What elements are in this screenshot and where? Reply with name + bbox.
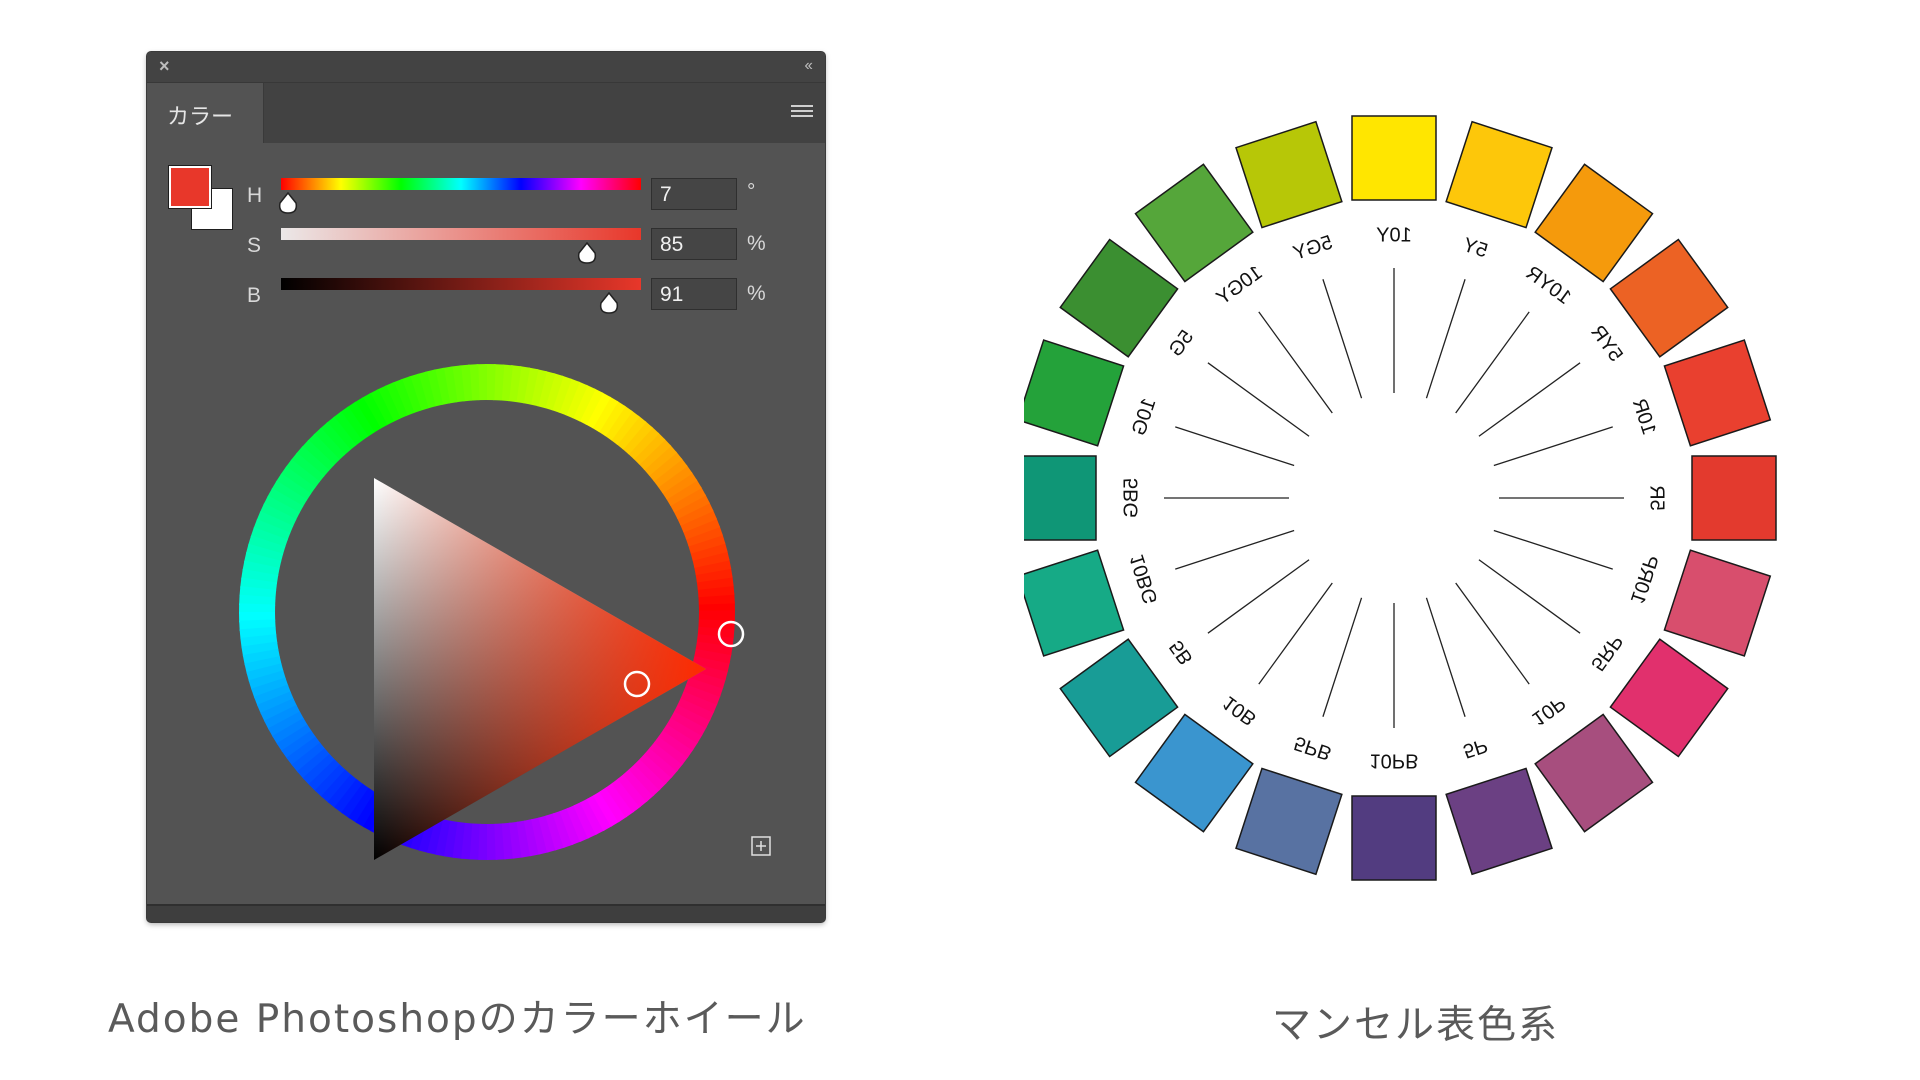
- brightness-label: B: [247, 284, 262, 307]
- saturation-label: S: [247, 234, 262, 257]
- munsell-divider-line: [1493, 529, 1613, 570]
- munsell-swatch: [1351, 115, 1437, 201]
- munsell-divider-line: [1322, 279, 1363, 399]
- munsell-hue-label: 10RP: [1626, 552, 1662, 606]
- brightness-input[interactable]: 91: [651, 278, 737, 310]
- saturation-unit: %: [747, 232, 766, 255]
- hue-ring-segment: [698, 610, 735, 621]
- munsell-divider-line: [1207, 362, 1310, 437]
- brightness-slider-thumb[interactable]: [598, 292, 620, 314]
- saturation-slider[interactable]: [281, 228, 641, 240]
- hue-input[interactable]: 7: [651, 178, 737, 210]
- munsell-swatch: [1609, 238, 1729, 358]
- munsell-swatch: [1663, 549, 1772, 657]
- munsell-hue-label: 10B: [1219, 691, 1261, 730]
- munsell-swatch: [1534, 713, 1654, 833]
- close-icon[interactable]: ×: [159, 56, 170, 77]
- munsell-divider-line: [1478, 559, 1581, 634]
- color-panel: × ‹‹ カラー H 7 ° S 85 % B 91 %: [147, 52, 825, 922]
- munsell-divider-line: [1207, 559, 1310, 634]
- munsell-swatch: [1235, 120, 1343, 229]
- munsell-hue-label: 5B: [1165, 636, 1197, 669]
- munsell-hue-label: 5RP: [1586, 630, 1627, 674]
- munsell-hue-label: 10YR: [1522, 262, 1575, 309]
- tab-color[interactable]: カラー: [147, 83, 264, 143]
- munsell-divider-line: [1258, 582, 1333, 685]
- munsell-swatch: [1445, 767, 1553, 876]
- munsell-hue-label: 5PB: [1291, 732, 1334, 765]
- munsell-swatch: [1134, 713, 1254, 833]
- brightness-slider[interactable]: [281, 278, 641, 290]
- munsell-swatch: [1024, 339, 1125, 447]
- munsell-swatch: [1059, 238, 1179, 358]
- foreground-color-swatch[interactable]: [168, 165, 212, 209]
- munsell-divider-line: [1322, 597, 1363, 717]
- munsell-swatch: [1059, 638, 1179, 758]
- munsell-divider-line: [1455, 582, 1530, 685]
- panel-tab-row: カラー: [147, 83, 825, 143]
- caption-munsell-color-system: マンセル表色系: [1272, 1003, 1560, 1048]
- munsell-hue-label: 5GY: [1290, 231, 1335, 264]
- munsell-swatch: [1534, 163, 1654, 283]
- add-swatch-icon[interactable]: [751, 836, 771, 856]
- color-wheel[interactable]: [217, 342, 757, 882]
- munsell-hue-label: 10P: [1528, 691, 1570, 730]
- munsell-swatch: [1235, 767, 1343, 876]
- munsell-swatch: [1024, 549, 1125, 657]
- munsell-divider-line: [1425, 597, 1466, 717]
- munsell-swatch: [1024, 455, 1097, 541]
- panel-menu-icon[interactable]: [791, 105, 813, 121]
- munsell-hue-label: 5P: [1460, 734, 1490, 762]
- munsell-hue-label: 10Y: [1376, 224, 1412, 246]
- collapse-icon[interactable]: ‹‹: [804, 57, 813, 75]
- munsell-swatch: [1691, 455, 1777, 541]
- munsell-hue-label: 5G: [1165, 326, 1198, 361]
- munsell-divider-line: [1478, 362, 1581, 437]
- hue-label: H: [247, 184, 263, 207]
- munsell-hue-label: 5R: [1646, 485, 1668, 511]
- munsell-divider-line: [1425, 279, 1466, 399]
- munsell-hue-label: 10BG: [1126, 551, 1163, 606]
- munsell-swatch: [1134, 163, 1254, 283]
- brightness-unit: %: [747, 282, 766, 305]
- munsell-hue-label: 5Y: [1460, 234, 1490, 262]
- munsell-divider-line: [1493, 426, 1613, 467]
- hue-slider-thumb[interactable]: [277, 192, 299, 214]
- saturation-slider-thumb[interactable]: [576, 242, 598, 264]
- munsell-swatch: [1445, 120, 1553, 229]
- munsell-swatch: [1351, 795, 1437, 881]
- munsell-divider-line: [1175, 529, 1295, 570]
- munsell-divider-line: [1175, 426, 1295, 467]
- saturation-brightness-triangle[interactable]: [374, 478, 706, 860]
- hue-slider[interactable]: [281, 178, 641, 190]
- caption-photoshop-color-wheel: Adobe Photoshopのカラーホイール: [108, 997, 807, 1042]
- hue-unit: °: [747, 180, 756, 203]
- munsell-hue-label: 5YR: [1586, 321, 1627, 365]
- saturation-input[interactable]: 85: [651, 228, 737, 260]
- munsell-color-wheel: 5R 10R5YR 10YR 5Y 10Y 5GY 10GY 5G 10G 5BG 10BG5B 10…: [1024, 115, 1777, 881]
- munsell-hue-label: 10R: [1628, 396, 1660, 438]
- panel-title-bar: × ‹‹: [147, 52, 825, 83]
- munsell-swatch: [1663, 339, 1772, 447]
- munsell-hue-label: 10PB: [1370, 750, 1419, 772]
- munsell-divider-line: [1455, 311, 1530, 414]
- munsell-swatch: [1609, 638, 1729, 758]
- munsell-hue-label: 10GY: [1212, 262, 1266, 310]
- munsell-divider-line: [1258, 311, 1333, 414]
- tab-label: カラー: [167, 105, 234, 130]
- munsell-hue-label: 5BG: [1120, 478, 1142, 518]
- munsell-hue-label: 10G: [1128, 395, 1161, 438]
- panel-resize-handle[interactable]: [147, 904, 825, 922]
